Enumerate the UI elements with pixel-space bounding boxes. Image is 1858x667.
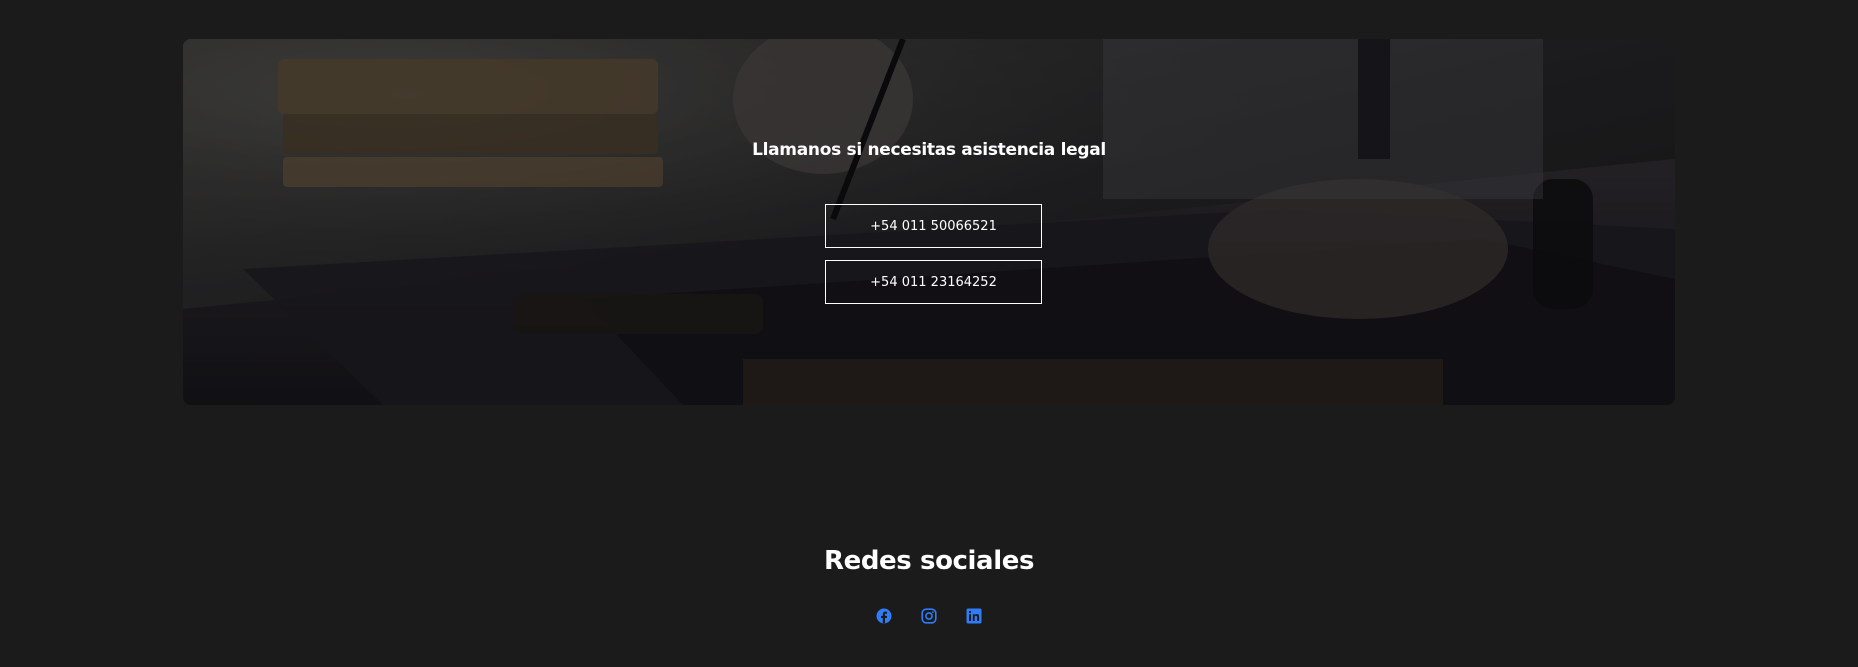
phone-button-2[interactable]: +54 011 23164252 — [825, 260, 1042, 304]
linkedin-icon[interactable] — [966, 608, 982, 624]
legal-assistance-banner: Llamanos si necesitas asistencia legal +… — [183, 39, 1675, 405]
phone-button-1[interactable]: +54 011 50066521 — [825, 204, 1042, 248]
facebook-icon[interactable] — [876, 608, 892, 624]
social-section-title: Redes sociales — [823, 546, 1035, 576]
social-links — [0, 608, 1858, 624]
page: Llamanos si necesitas asistencia legal +… — [0, 0, 1858, 667]
banner-title: Llamanos si necesitas asistencia legal — [752, 140, 1106, 160]
instagram-icon[interactable] — [921, 608, 937, 624]
